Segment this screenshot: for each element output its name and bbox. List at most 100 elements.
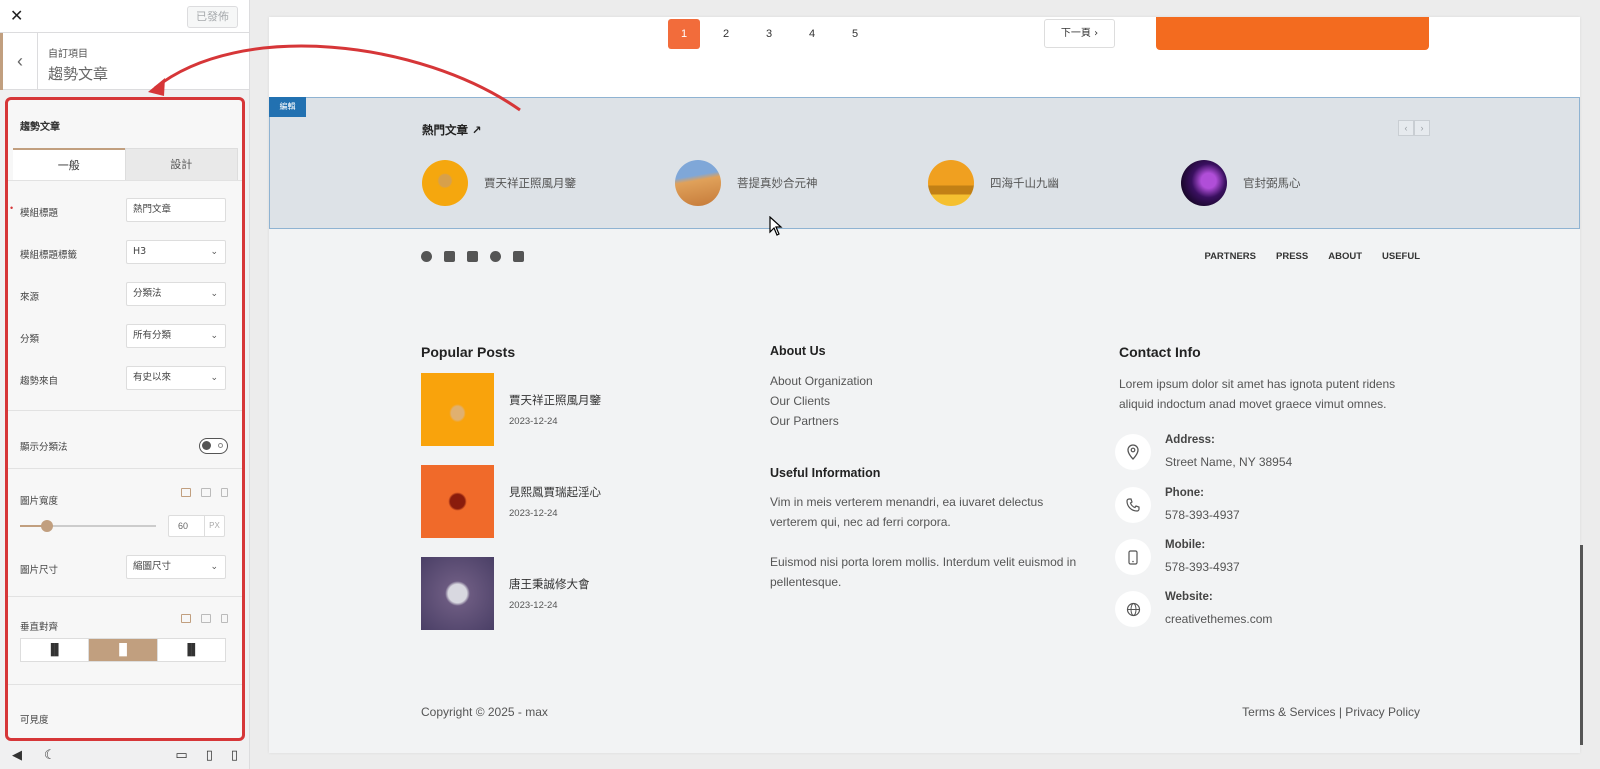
tab-general[interactable]: 一般 <box>13 148 125 180</box>
source-value: 分類法 <box>133 288 162 299</box>
contact-key: Website: <box>1165 591 1213 603</box>
pinterest-icon[interactable] <box>490 251 501 262</box>
page-2-button[interactable]: 2 <box>710 19 742 49</box>
preview-scrollbar[interactable] <box>1580 545 1583 745</box>
trending-item-title[interactable]: 菩提真妙合元神 <box>737 175 818 191</box>
trending-item-title[interactable]: 四海千山九幽 <box>990 175 1059 191</box>
image-width-input[interactable]: 60 PX <box>168 515 225 537</box>
page-5-button[interactable]: 5 <box>839 19 871 49</box>
page-3-button[interactable]: 3 <box>753 19 785 49</box>
page-1-button[interactable]: 1 <box>668 19 700 49</box>
chevron-down-icon: ⌄ <box>210 562 218 572</box>
post-date: 2023-12-24 <box>509 416 558 427</box>
trending-item-title[interactable]: 官封弼馬心 <box>1243 175 1301 191</box>
source-select[interactable]: 分類法 ⌄ <box>126 282 226 306</box>
trending-title: 熱門文章 ↗ <box>422 122 482 138</box>
youtube-icon[interactable] <box>513 251 524 262</box>
image-width-slider-handle[interactable] <box>41 520 54 532</box>
trend-from-select[interactable]: 有史以來 ⌄ <box>126 366 226 390</box>
tablet-icon[interactable] <box>201 614 211 623</box>
our-partners-link[interactable]: Our Partners <box>770 414 839 428</box>
our-clients-link[interactable]: Our Clients <box>770 394 830 408</box>
nav-partners[interactable]: PARTNERS <box>1204 251 1256 262</box>
nav-useful[interactable]: USEFUL <box>1382 251 1420 262</box>
trending-item[interactable]: 四海千山九幽 <box>928 160 1059 206</box>
hide-controls-icon[interactable]: ◀ <box>12 747 22 763</box>
trending-item[interactable]: 賈天祥正照風月鑒 <box>422 160 576 206</box>
next-arrow-icon[interactable]: › <box>1414 120 1430 136</box>
contact-value[interactable]: 578-393-4937 <box>1165 508 1240 522</box>
page-4-button[interactable]: 4 <box>796 19 828 49</box>
contact-address: Address: Street Name, NY 38954 <box>1115 434 1415 474</box>
show-taxonomy-row: 顯示分類法 <box>8 432 242 458</box>
instagram-icon[interactable] <box>467 251 478 262</box>
x-twitter-icon[interactable] <box>444 251 455 262</box>
sidebar-topbar: ✕ 已發佈 <box>0 0 249 33</box>
copyright: Copyright © 2025 - max <box>421 705 548 719</box>
facebook-icon[interactable] <box>421 251 432 262</box>
desktop-icon[interactable] <box>181 488 191 497</box>
mobile-icon[interactable] <box>221 614 228 623</box>
preview-desktop-icon[interactable]: ▭ <box>175 747 187 763</box>
popular-posts-title: Popular Posts <box>421 344 516 360</box>
align-top-button[interactable]: ▐▌ <box>21 639 90 661</box>
trending-thumbnail <box>1181 160 1227 206</box>
toggle-knob <box>202 441 211 450</box>
title-tag-select[interactable]: H3 ⌄ <box>126 240 226 264</box>
mobile-icon[interactable] <box>221 488 228 497</box>
published-button[interactable]: 已發佈 <box>187 6 238 28</box>
tab-design[interactable]: 設計 <box>124 148 238 180</box>
nav-press[interactable]: PRESS <box>1276 251 1308 262</box>
dark-mode-icon[interactable]: ☾ <box>44 747 56 763</box>
edit-tag[interactable]: 編輯 <box>269 97 306 117</box>
image-size-value: 縮圖尺寸 <box>133 561 172 572</box>
trending-title-text: 熱門文章 <box>422 123 468 137</box>
post-title[interactable]: 賈天祥正照風月鑒 <box>509 392 601 408</box>
show-taxonomy-toggle[interactable] <box>199 438 228 454</box>
module-title-input[interactable]: 熱門文章 <box>126 198 226 222</box>
vertical-align-row: 垂直對齊 <box>8 612 242 638</box>
post-thumbnail[interactable] <box>421 373 494 446</box>
align-middle-button[interactable]: ▐▌ <box>89 639 158 661</box>
trend-from-row: 趨勢來自 有史以來 ⌄ <box>8 366 242 392</box>
category-select[interactable]: 所有分類 ⌄ <box>126 324 226 348</box>
module-title-label: 模組標題 <box>20 208 59 219</box>
popular-post[interactable]: 唐王秉誠修大會 2023-12-24 <box>421 557 721 630</box>
pagination-band: 1 2 3 4 5 下一頁 › <box>269 17 1580 97</box>
responsive-device-switcher <box>181 488 228 497</box>
post-thumbnail[interactable] <box>421 557 494 630</box>
divider <box>8 684 242 685</box>
tablet-icon[interactable] <box>201 488 211 497</box>
close-icon[interactable]: ✕ <box>10 6 23 26</box>
trending-item[interactable]: 官封弼馬心 <box>1181 160 1301 206</box>
post-title[interactable]: 唐王秉誠修大會 <box>509 576 590 592</box>
post-title[interactable]: 見熙鳳賈瑞起淫心 <box>509 484 601 500</box>
nav-about[interactable]: ABOUT <box>1328 251 1362 262</box>
image-size-select[interactable]: 縮圖尺寸 ⌄ <box>126 555 226 579</box>
preview-tablet-icon[interactable]: ▯ <box>206 747 213 763</box>
trending-item[interactable]: 菩提真妙合元神 <box>675 160 818 206</box>
contact-phone: Phone: 578-393-4937 <box>1115 487 1415 527</box>
title-tag-label: 模組標題標籤 <box>20 250 78 261</box>
unit-selector[interactable]: PX <box>204 516 224 536</box>
post-date: 2023-12-24 <box>509 600 558 611</box>
contact-value[interactable]: 578-393-4937 <box>1165 560 1240 574</box>
contact-value[interactable]: creativethemes.com <box>1165 612 1272 626</box>
trending-thumbnail <box>422 160 468 206</box>
popular-post[interactable]: 賈天祥正照風月鑒 2023-12-24 <box>421 373 721 446</box>
popular-post[interactable]: 見熙鳳賈瑞起淫心 2023-12-24 <box>421 465 721 538</box>
back-icon[interactable]: ‹ <box>0 33 38 90</box>
trending-thumbnail <box>675 160 721 206</box>
legal-links[interactable]: Terms & Services | Privacy Policy <box>1242 705 1420 719</box>
useful-paragraph: Vim in meis verterem menandri, ea iuvare… <box>770 495 1044 529</box>
preview-mobile-icon[interactable]: ▯ <box>231 747 238 763</box>
next-page-button[interactable]: 下一頁 › <box>1044 19 1115 48</box>
trending-posts-block[interactable]: 編輯 熱門文章 ↗ ‹ › 賈天祥正照風月鑒 菩提真妙合元神 四海千山九幽 官封… <box>269 97 1580 229</box>
align-bottom-button[interactable]: ▐▌ <box>158 639 225 661</box>
post-thumbnail[interactable] <box>421 465 494 538</box>
orange-banner <box>1156 17 1429 50</box>
prev-arrow-icon[interactable]: ‹ <box>1398 120 1414 136</box>
trending-item-title[interactable]: 賈天祥正照風月鑒 <box>484 175 576 191</box>
desktop-icon[interactable] <box>181 614 191 623</box>
about-organization-link[interactable]: About Organization <box>770 374 873 388</box>
